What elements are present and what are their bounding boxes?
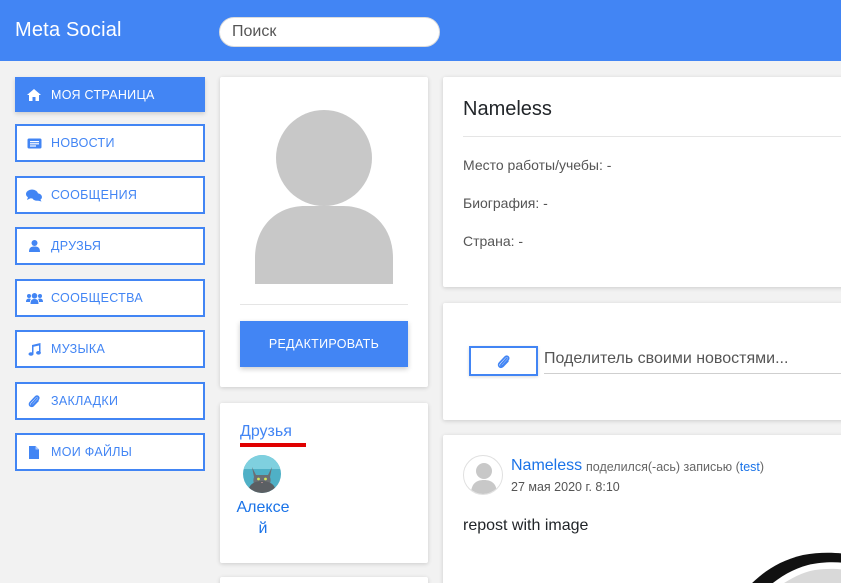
post-source-link[interactable]: test xyxy=(740,460,760,474)
divider xyxy=(463,136,841,137)
search-input[interactable] xyxy=(219,17,440,47)
default-avatar-icon xyxy=(255,110,393,284)
cat-avatar-icon xyxy=(243,455,281,493)
sidebar-item-label: ДРУЗЬЯ xyxy=(51,239,102,253)
sidebar-item-label: НОВОСТИ xyxy=(51,136,115,150)
sidebar-item-label: СООБЩЕНИЯ xyxy=(51,188,138,202)
post-date: 27 мая 2020 г. 8:10 xyxy=(511,480,620,494)
sidebar-item-music[interactable]: МУЗЫКА xyxy=(15,330,205,368)
home-icon xyxy=(25,87,43,103)
sidebar-item-label: МОЯ СТРАНИЦА xyxy=(51,87,155,102)
sidebar-item-my-files[interactable]: МОИ ФАЙЛЫ xyxy=(15,433,205,471)
user-icon xyxy=(25,238,43,254)
comments-icon xyxy=(25,187,43,203)
post-text: repost with image xyxy=(463,517,589,534)
sidebar-item-communities[interactable]: СООБЩЕСТВА xyxy=(15,279,205,317)
paperclip-icon xyxy=(497,354,510,368)
attach-button[interactable] xyxy=(469,346,538,376)
brand-logo[interactable]: Meta Social xyxy=(15,19,122,42)
lower-card xyxy=(220,577,428,583)
profile-bio: Биография: - xyxy=(463,195,548,211)
divider xyxy=(240,304,408,305)
friends-title[interactable]: Друзья xyxy=(240,423,292,441)
paperclip-icon xyxy=(25,393,43,409)
profile-country: Страна: - xyxy=(463,233,524,249)
post-share-info: поделился(-ась) записью (test) xyxy=(586,460,764,474)
friends-title-underline xyxy=(240,443,306,447)
sidebar-item-friends[interactable]: ДРУЗЬЯ xyxy=(15,227,205,265)
post-composer-card xyxy=(443,303,841,420)
profile-avatar-card: РЕДАКТИРОВАТЬ xyxy=(220,77,428,387)
sidebar-item-bookmarks[interactable]: ЗАКЛАДКИ xyxy=(15,382,205,420)
sidebar-item-label: ЗАКЛАДКИ xyxy=(51,394,119,408)
post-action-text: поделился(-ась) записью ( xyxy=(586,460,740,474)
friend-avatar[interactable] xyxy=(243,455,281,493)
edit-profile-button[interactable]: РЕДАКТИРОВАТЬ xyxy=(240,321,408,367)
profile-name: Nameless xyxy=(463,98,552,120)
sidebar-item-my-page[interactable]: МОЯ СТРАНИЦА xyxy=(15,77,205,112)
friend-name[interactable]: Алексей xyxy=(234,497,292,539)
post-card: Nameless поделился(-ась) записью (test) … xyxy=(443,435,841,583)
users-icon xyxy=(25,290,43,306)
profile-info-card: Nameless Место работы/учебы: - Биография… xyxy=(443,77,841,287)
top-navbar: Meta Social xyxy=(0,0,841,61)
profile-work: Место работы/учебы: - xyxy=(463,157,612,173)
sidebar-item-messages[interactable]: СООБЩЕНИЯ xyxy=(15,176,205,214)
file-icon xyxy=(25,444,43,460)
sidebar-item-label: СООБЩЕСТВА xyxy=(51,291,143,305)
newspaper-icon xyxy=(25,135,43,151)
music-icon xyxy=(25,341,43,357)
post-author-avatar[interactable] xyxy=(463,455,503,495)
friends-card: Друзья Алексей xyxy=(220,403,428,563)
sidebar-item-label: МУЗЫКА xyxy=(51,342,106,356)
sidebar-item-news[interactable]: НОВОСТИ xyxy=(15,124,205,162)
post-image[interactable] xyxy=(733,547,841,583)
sidebar-item-label: МОИ ФАЙЛЫ xyxy=(51,445,133,459)
default-avatar-icon xyxy=(471,463,497,494)
post-action-close: ) xyxy=(759,460,765,474)
composer-input[interactable] xyxy=(544,344,841,374)
post-author-name[interactable]: Nameless xyxy=(511,457,582,475)
